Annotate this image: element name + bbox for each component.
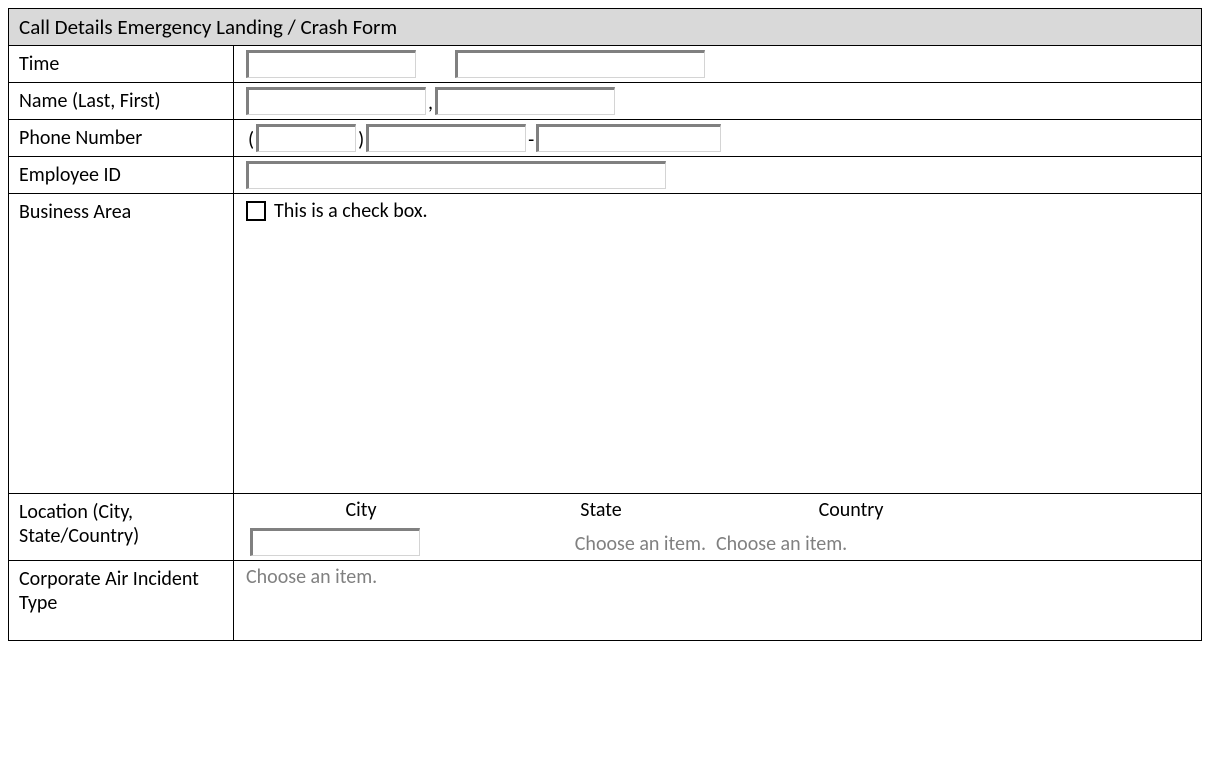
business-area-label: Business Area: [9, 194, 234, 494]
time-label: Time: [9, 46, 234, 83]
business-area-checkbox[interactable]: [246, 201, 266, 221]
name-value-cell: ,: [234, 83, 1202, 120]
business-area-checkbox-label: This is a check box.: [274, 199, 428, 223]
last-name-input[interactable]: [246, 87, 426, 115]
phone-paren-close: ): [356, 128, 366, 152]
phone-prefix-input[interactable]: [366, 124, 526, 152]
city-input[interactable]: [250, 528, 420, 556]
business-area-value-cell: This is a check box.: [234, 194, 1202, 494]
phone-line-input[interactable]: [536, 124, 721, 152]
phone-paren-open: (: [246, 128, 256, 152]
time-value-cell: [234, 46, 1202, 83]
state-select[interactable]: Choose an item.: [575, 532, 706, 556]
incident-type-select[interactable]: Choose an item.: [246, 565, 377, 589]
employee-id-label: Employee ID: [9, 157, 234, 194]
phone-label: Phone Number: [9, 120, 234, 157]
incident-type-label: Corporate Air Incident Type: [9, 561, 234, 641]
country-header: Country: [726, 498, 976, 522]
first-name-input[interactable]: [435, 87, 615, 115]
employee-id-input[interactable]: [246, 161, 666, 189]
time-input-1[interactable]: [246, 50, 416, 78]
name-label: Name (Last, First): [9, 83, 234, 120]
location-headers: City State Country: [246, 498, 1189, 526]
name-separator: ,: [426, 91, 435, 115]
incident-type-value-cell: Choose an item.: [234, 561, 1202, 641]
location-label: Location (City, State/Country): [9, 494, 234, 561]
location-values: Choose an item. Choose an item.: [246, 526, 1189, 556]
location-value-cell: City State Country Choose an item. Choos…: [234, 494, 1202, 561]
phone-dash: -: [526, 128, 536, 152]
city-header: City: [246, 498, 476, 522]
time-input-2[interactable]: [455, 50, 705, 78]
call-details-form: Call Details Emergency Landing / Crash F…: [8, 8, 1202, 641]
employee-id-value-cell: [234, 157, 1202, 194]
phone-value-cell: () -: [234, 120, 1202, 157]
country-select[interactable]: Choose an item.: [716, 532, 847, 556]
form-title: Call Details Emergency Landing / Crash F…: [9, 9, 1202, 46]
state-header: State: [476, 498, 726, 522]
phone-area-input[interactable]: [256, 124, 356, 152]
